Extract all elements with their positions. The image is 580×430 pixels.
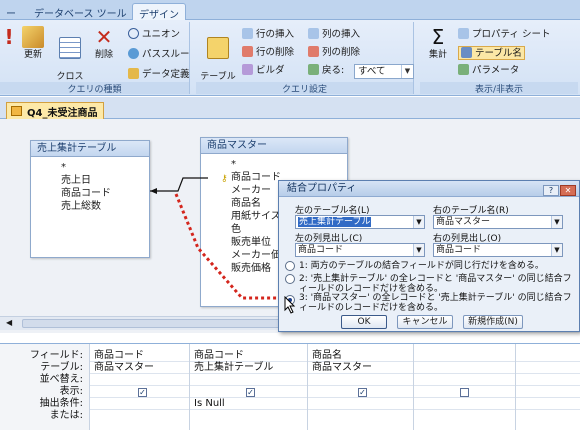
chevron-down-icon[interactable]: ▼ xyxy=(551,216,562,228)
chevron-down-icon[interactable]: ▼ xyxy=(413,216,424,228)
row-label-show: 表示: xyxy=(59,386,83,397)
row-label-or: または: xyxy=(49,410,83,421)
scroll-left-icon[interactable]: ◀ xyxy=(6,318,12,327)
right-column-combo[interactable]: 商品コード ▼ xyxy=(433,243,563,257)
join-properties-dialog: 結合プロパティ ? ✕ 左のテーブル名(L) 売上集計テーブル ▼ 右のテーブル名… xyxy=(278,180,580,332)
dialog-titlebar: 結合プロパティ ? ✕ xyxy=(279,181,579,197)
grid-row-labels: フィールド: テーブル: 並べ替え: 表示: 抽出条件: または: xyxy=(0,344,90,430)
grid-cell-table[interactable]: 商品マスター xyxy=(312,362,372,374)
join-option-2-radio[interactable] xyxy=(285,274,295,284)
close-icon[interactable]: ✕ xyxy=(560,185,576,196)
help-icon[interactable]: ? xyxy=(543,185,559,196)
cancel-button[interactable]: キャンセル xyxy=(397,315,453,329)
join-option-1-radio[interactable] xyxy=(285,261,295,271)
right-table-value: 商品マスター xyxy=(436,217,491,227)
left-table-combo[interactable]: 売上集計テーブル ▼ xyxy=(295,215,425,229)
dialog-window-buttons: ? ✕ xyxy=(542,183,576,199)
right-column-value: 商品コード xyxy=(436,245,482,255)
join-line[interactable] xyxy=(150,177,208,192)
ok-button[interactable]: OK xyxy=(341,315,387,329)
new-join-button[interactable]: 新規作成(N) xyxy=(463,315,523,329)
show-checkbox[interactable]: ✓ xyxy=(358,388,367,397)
grid-cell-field[interactable]: 商品名 xyxy=(312,350,342,362)
row-label-table: テーブル: xyxy=(40,362,83,373)
left-column-combo[interactable]: 商品コード ▼ xyxy=(295,243,425,257)
grid-column[interactable]: 商品名 商品マスター ✓ xyxy=(308,344,414,430)
option-number: 2: xyxy=(299,274,308,284)
left-column-value: 商品コード xyxy=(298,245,344,255)
left-table-value: 売上集計テーブル xyxy=(298,217,372,227)
annotation-arrow xyxy=(174,193,280,300)
option-number: 3: xyxy=(299,293,308,303)
join-option-1[interactable]: 1: 両方のテーブルの結合フィールドが同じ行だけを含める。 xyxy=(299,261,575,271)
right-table-combo[interactable]: 商品マスター ▼ xyxy=(433,215,563,229)
mouse-cursor-icon xyxy=(284,296,296,314)
option-number: 1: xyxy=(299,261,308,271)
option-text: '売上集計テーブル' の全レコードと '商品マスター' の同じ結合フィールドのレ… xyxy=(299,274,572,294)
grid-column[interactable]: 商品コード 売上集計テーブル ✓ Is Null xyxy=(190,344,308,430)
join-arrowhead xyxy=(150,188,157,194)
dialog-title: 結合プロパティ xyxy=(287,183,357,194)
join-option-2[interactable]: 2: '売上集計テーブル' の全レコードと '商品マスター' の同じ結合フィール… xyxy=(299,274,575,294)
show-checkbox[interactable]: ✓ xyxy=(138,388,147,397)
chevron-down-icon[interactable]: ▼ xyxy=(551,244,562,256)
grid-cell-field[interactable]: 商品コード xyxy=(194,350,244,362)
query-design-grid: フィールド: テーブル: 並べ替え: 表示: 抽出条件: または: 商品コード … xyxy=(0,343,580,430)
row-label-criteria: 抽出条件: xyxy=(39,398,83,409)
grid-column[interactable] xyxy=(414,344,516,430)
show-checkbox[interactable]: ✓ xyxy=(246,388,255,397)
row-label-field: フィールド: xyxy=(29,350,83,361)
join-option-3[interactable]: 3: '商品マスター' の全レコードと '売上集計テーブル' の同じ結合フィール… xyxy=(299,293,575,313)
chevron-down-icon[interactable]: ▼ xyxy=(413,244,424,256)
option-text: '商品マスター' の全レコードと '売上集計テーブル' の同じ結合フィールドのレ… xyxy=(299,293,572,313)
row-label-sort: 並べ替え: xyxy=(39,374,83,385)
grid-cell-table[interactable]: 商品マスター xyxy=(94,362,154,374)
grid-cell-field[interactable]: 商品コード xyxy=(94,350,144,362)
grid-cell-table[interactable]: 売上集計テーブル xyxy=(194,362,273,374)
grid-cell-criteria[interactable]: Is Null xyxy=(194,398,225,410)
grid-column[interactable]: 商品コード 商品マスター ✓ xyxy=(90,344,190,430)
option-text: 両方のテーブルの結合フィールドが同じ行だけを含める。 xyxy=(310,261,544,271)
show-checkbox[interactable] xyxy=(460,388,469,397)
